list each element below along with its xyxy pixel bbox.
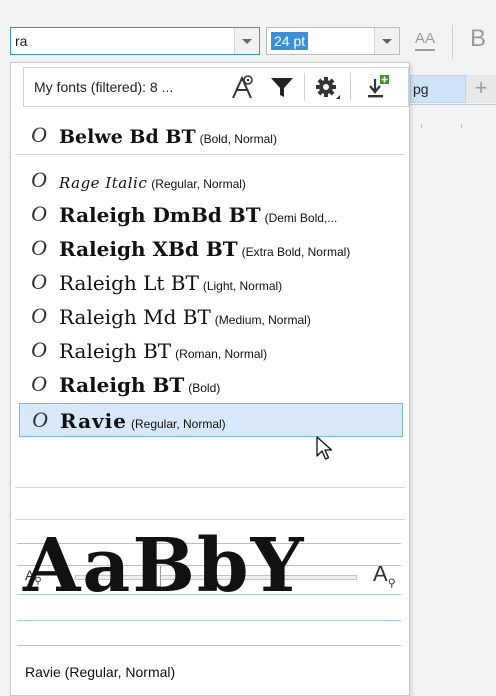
font-list-item[interactable]: O Rage Italic (Regular, Normal)	[19, 164, 403, 198]
tab-underline	[410, 104, 496, 105]
font-family-label: Raleigh Lt BT	[59, 271, 199, 295]
font-style-label: (Regular, Normal)	[151, 177, 246, 191]
font-family-label: Raleigh BT	[59, 339, 172, 363]
font-style-label: (Roman, Normal)	[175, 347, 268, 361]
font-list-item[interactable]: O Ravie (Regular, Normal)	[19, 403, 403, 437]
font-family-label: Raleigh DmBd BT	[59, 203, 261, 227]
font-name: Raleigh BT (Bold)	[59, 373, 220, 397]
download-font-icon	[368, 75, 389, 98]
font-playground-button[interactable]	[226, 71, 260, 103]
mouse-pointer-icon	[316, 436, 333, 460]
font-family-label: Raleigh XBd BT	[59, 237, 238, 261]
character-formatting-icon[interactable]: AA	[410, 28, 440, 54]
gear-icon	[316, 77, 340, 99]
font-list-item[interactable]: O Raleigh XBd BT (Extra Bold, Normal)	[19, 232, 403, 266]
font-size-dropdown-button[interactable]	[374, 28, 399, 54]
font-name-value: ra	[15, 33, 28, 49]
preview-divider	[15, 519, 405, 520]
preview-guide-line	[17, 645, 401, 646]
preview-baseline	[17, 620, 401, 621]
font-family-label: Raleigh Md BT	[59, 305, 211, 329]
font-search-icon	[232, 75, 253, 99]
font-preview-sample: AaBbY	[23, 523, 306, 609]
font-family-label: Ravie	[60, 409, 127, 433]
opentype-icon: O	[31, 337, 47, 362]
opentype-icon: O	[31, 269, 47, 294]
font-style-label: (Regular, Normal)	[130, 417, 226, 431]
ruler-tick	[421, 124, 422, 128]
font-style-label: (Medium, Normal)	[214, 313, 311, 327]
font-name: Raleigh XBd BT (Extra Bold, Normal)	[59, 237, 350, 261]
ruler-tick	[461, 124, 462, 128]
font-size-input[interactable]: 24 pt	[266, 27, 400, 55]
font-list-item[interactable]: O Raleigh DmBd BT (Demi Bold,...	[19, 198, 403, 232]
font-list-dropdown[interactable]: My fonts (filtered): 8 ... O Belwe Bd BT…	[10, 62, 410, 696]
font-style-label: (Light, Normal)	[202, 279, 283, 293]
opentype-icon: O	[31, 201, 47, 226]
font-settings-button[interactable]	[310, 71, 344, 103]
underline-mark	[415, 49, 435, 51]
font-family-label: Belwe Bd BT	[59, 126, 196, 148]
font-name: Raleigh Md BT (Medium, Normal)	[59, 305, 311, 329]
font-name: Raleigh Lt BT (Light, Normal)	[59, 271, 282, 295]
font-size-value: 24 pt	[271, 32, 309, 50]
chevron-down-icon	[242, 39, 252, 44]
font-name: Ravie (Regular, Normal)	[60, 409, 226, 433]
font-family-label: Raleigh BT	[59, 373, 185, 397]
document-tab-label: pg	[413, 81, 429, 97]
toolbar-divider	[304, 73, 305, 101]
font-name: Belwe Bd BT (Bold, Normal)	[59, 124, 277, 148]
opentype-icon: O	[31, 303, 47, 328]
funnel-icon	[271, 78, 293, 97]
font-style-label: (Extra Bold, Normal)	[241, 245, 351, 259]
font-style-label: (Demi Bold,...	[264, 211, 338, 225]
document-tab[interactable]: pg	[410, 75, 466, 103]
font-filter-status: My fonts (filtered): 8 ...	[34, 79, 174, 95]
opentype-icon: O	[31, 167, 47, 192]
font-list-item[interactable]: O Raleigh BT (Roman, Normal)	[19, 334, 403, 368]
toolbar-divider	[350, 73, 351, 101]
font-list-item[interactable]: O Raleigh Lt BT (Light, Normal)	[19, 266, 403, 300]
opentype-icon: O	[31, 371, 47, 396]
font-name-input[interactable]: ra	[10, 27, 260, 55]
font-name-dropdown-button[interactable]	[234, 28, 259, 54]
font-list-item[interactable]: O Belwe Bd BT (Bold, Normal)	[19, 119, 403, 153]
font-style-label: (Bold, Normal)	[199, 132, 277, 146]
bold-button[interactable]: B	[470, 25, 486, 53]
list-bottom-divider	[15, 487, 405, 488]
font-name: Rage Italic (Regular, Normal)	[59, 169, 246, 193]
get-more-fonts-button[interactable]	[360, 71, 394, 103]
recent-fonts-divider	[15, 154, 405, 155]
character-formatting-label: AA	[414, 30, 435, 47]
font-filter-button[interactable]	[265, 71, 299, 103]
font-name: Raleigh DmBd BT (Demi Bold,...	[59, 203, 337, 227]
font-style-label: (Bold)	[188, 381, 221, 395]
opentype-icon: O	[32, 407, 48, 432]
opentype-icon: O	[31, 122, 47, 147]
font-name: Raleigh BT (Roman, Normal)	[59, 339, 267, 363]
font-list-toolbar: My fonts (filtered): 8 ...	[23, 67, 409, 107]
font-list-item[interactable]: O Raleigh BT (Bold)	[19, 368, 403, 402]
font-preview-name: Ravie (Regular, Normal)	[25, 664, 176, 680]
opentype-icon: O	[31, 235, 47, 260]
chevron-down-icon	[382, 39, 392, 44]
font-family-label: Rage Italic	[59, 174, 148, 192]
toolbar-divider	[452, 25, 453, 59]
add-page-tab-button[interactable]: +	[466, 75, 496, 103]
font-list-item[interactable]: O Raleigh Md BT (Medium, Normal)	[19, 300, 403, 334]
